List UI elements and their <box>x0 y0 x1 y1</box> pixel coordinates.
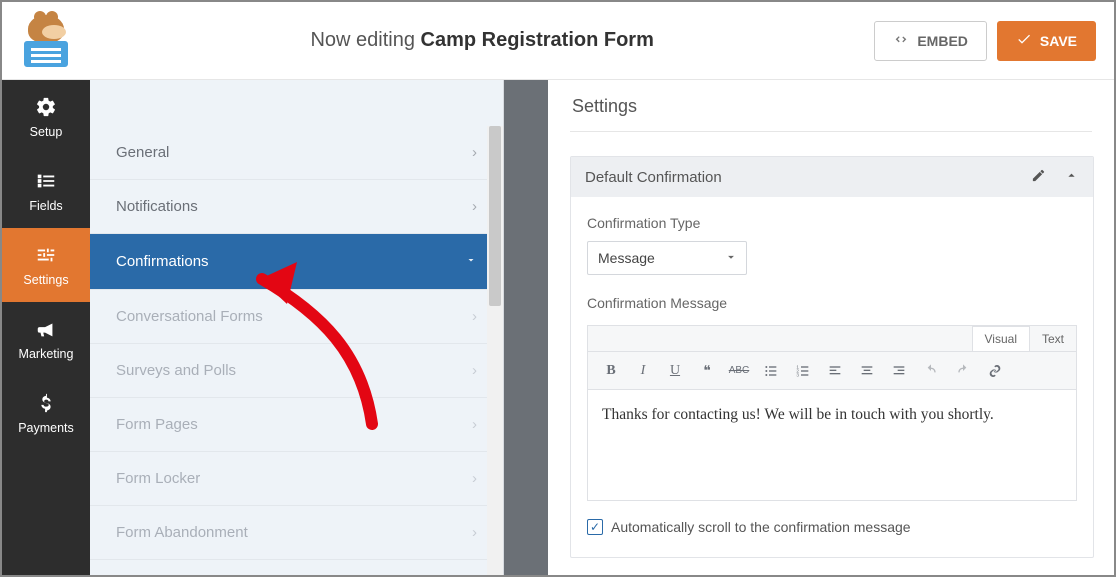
chevron-right-icon: › <box>472 524 477 541</box>
editor-toolbar: B I U ❝ ABC 123 <box>588 352 1076 390</box>
save-button[interactable]: SAVE <box>997 21 1096 61</box>
top-actions: EMBED SAVE <box>874 21 1114 61</box>
dollar-icon <box>34 391 58 415</box>
editor-tab-visual[interactable]: Visual <box>972 326 1029 351</box>
chevron-right-icon: › <box>472 198 477 215</box>
autoscroll-row: ✓ Automatically scroll to the confirmati… <box>587 519 1077 535</box>
nav-label: Setup <box>30 125 63 139</box>
nav-marketing[interactable]: Marketing <box>2 302 90 376</box>
chevron-right-icon: › <box>472 362 477 379</box>
chevron-right-icon: › <box>472 308 477 325</box>
save-label: SAVE <box>1040 33 1077 49</box>
nav-label: Fields <box>29 199 62 213</box>
svg-text:3: 3 <box>796 372 799 377</box>
card-header: Default Confirmation <box>571 157 1093 197</box>
page-title: Settings <box>548 80 1114 131</box>
sidebar-item-label: Notifications <box>116 198 198 215</box>
nav-label: Marketing <box>19 347 74 361</box>
editor-tabs: Visual Text <box>588 326 1076 352</box>
sidebar-item-form-abandonment[interactable]: Form Abandonment › <box>90 506 503 560</box>
nav-label: Settings <box>23 273 68 287</box>
editor-tab-text[interactable]: Text <box>1029 326 1076 351</box>
message-editor: Visual Text B I U ❝ ABC 123 <box>587 325 1077 501</box>
app-logo <box>2 2 90 80</box>
code-icon <box>893 31 909 50</box>
gear-icon <box>34 95 58 119</box>
sidebar-item-label: Form Pages <box>116 416 198 433</box>
check-icon <box>1016 31 1032 50</box>
scrollbar-thumb[interactable] <box>489 126 501 306</box>
nav-label: Payments <box>18 421 74 435</box>
link-button[interactable] <box>980 357 1010 385</box>
embed-label: EMBED <box>917 33 968 49</box>
sidebar-item-general[interactable]: General › <box>90 126 503 180</box>
confirmation-type-select[interactable]: Message <box>587 241 747 275</box>
confirmation-message-label: Confirmation Message <box>587 295 1077 311</box>
align-left-button[interactable] <box>820 357 850 385</box>
wpforms-bear-logo <box>20 15 72 67</box>
sidebar-item-form-locker[interactable]: Form Locker › <box>90 452 503 506</box>
bold-button[interactable]: B <box>596 357 626 385</box>
nav-setup[interactable]: Setup <box>2 80 90 154</box>
sidebar-item-conversational-forms[interactable]: Conversational Forms › <box>90 290 503 344</box>
top-bar: Now editing Camp Registration Form EMBED… <box>2 2 1114 80</box>
sidebar-item-confirmations[interactable]: Confirmations <box>90 234 503 290</box>
sidebar-scrollbar[interactable] <box>487 126 503 575</box>
align-center-button[interactable] <box>852 357 882 385</box>
nav-fields[interactable]: Fields <box>2 154 90 228</box>
settings-sidebar: General › Notifications › Confirmations … <box>90 80 504 575</box>
editing-prefix: Now editing <box>310 29 420 51</box>
confirmation-type-label: Confirmation Type <box>587 215 1077 231</box>
nav-payments[interactable]: Payments <box>2 376 90 450</box>
strikethrough-button[interactable]: ABC <box>724 357 754 385</box>
chevron-down-icon <box>465 253 477 270</box>
message-textarea[interactable]: Thanks for contacting us! We will be in … <box>588 390 1076 500</box>
blockquote-button[interactable]: ❝ <box>692 357 722 385</box>
autoscroll-checkbox[interactable]: ✓ <box>587 519 603 535</box>
sidebar-item-label: Confirmations <box>116 253 209 270</box>
edit-icon[interactable] <box>1031 168 1046 187</box>
redo-button[interactable] <box>948 357 978 385</box>
sidebar-item-form-pages[interactable]: Form Pages › <box>90 398 503 452</box>
bullet-list-button[interactable] <box>756 357 786 385</box>
nav-settings[interactable]: Settings <box>2 228 90 302</box>
editing-title: Now editing Camp Registration Form <box>90 29 874 52</box>
main-panel: Settings Default Confirmation Confirmati… <box>504 80 1114 575</box>
chevron-right-icon: › <box>472 470 477 487</box>
italic-button[interactable]: I <box>628 357 658 385</box>
embed-button[interactable]: EMBED <box>874 21 987 61</box>
card-title: Default Confirmation <box>585 169 722 186</box>
chevron-up-icon[interactable] <box>1064 168 1079 187</box>
autoscroll-label: Automatically scroll to the confirmation… <box>611 519 911 535</box>
sliders-icon <box>34 243 58 267</box>
divider <box>570 131 1092 132</box>
confirmation-card: Default Confirmation Confirmation Type M… <box>570 156 1094 558</box>
chevron-right-icon: › <box>472 144 477 161</box>
undo-button[interactable] <box>916 357 946 385</box>
sidebar-item-label: Form Abandonment <box>116 524 248 541</box>
sidebar-item-label: Form Locker <box>116 470 200 487</box>
sidebar-item-notifications[interactable]: Notifications › <box>90 180 503 234</box>
numbered-list-button[interactable]: 123 <box>788 357 818 385</box>
panel-gutter <box>504 80 548 575</box>
left-nav: Setup Fields Settings Marketing Payments <box>2 80 90 575</box>
list-icon <box>34 169 58 193</box>
bullhorn-icon <box>34 317 58 341</box>
sidebar-item-label: Conversational Forms <box>116 308 263 325</box>
underline-button[interactable]: U <box>660 357 690 385</box>
chevron-right-icon: › <box>472 416 477 433</box>
sidebar-item-label: Surveys and Polls <box>116 362 236 379</box>
form-name: Camp Registration Form <box>421 29 654 51</box>
sidebar-item-label: General <box>116 144 169 161</box>
align-right-button[interactable] <box>884 357 914 385</box>
sidebar-item-surveys-polls[interactable]: Surveys and Polls › <box>90 344 503 398</box>
